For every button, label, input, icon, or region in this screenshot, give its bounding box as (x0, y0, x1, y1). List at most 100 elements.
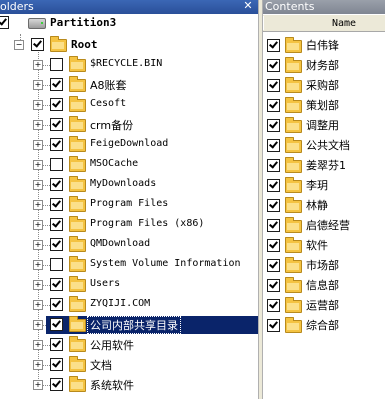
folder-checkbox[interactable] (50, 78, 63, 91)
item-checkbox[interactable] (267, 199, 280, 212)
folder-checkbox[interactable] (50, 258, 63, 271)
tree-node[interactable]: + MSOCache (0, 156, 258, 174)
item-checkbox[interactable] (267, 279, 280, 292)
expand-icon[interactable]: + (33, 120, 43, 130)
expand-icon[interactable]: + (33, 280, 43, 290)
folder-label: Cesoft (90, 98, 127, 109)
expand-icon[interactable]: + (33, 200, 43, 210)
content-item[interactable]: 姜翠芬1 (263, 155, 385, 175)
folder-checkbox[interactable] (50, 218, 63, 231)
folder-icon (285, 317, 302, 333)
tree-node[interactable]: + 系统软件 (0, 376, 258, 394)
folder-icon (69, 216, 86, 232)
tree-node[interactable]: + ZYQIJI.COM (0, 296, 258, 314)
collapse-icon[interactable]: − (14, 40, 24, 50)
item-checkbox[interactable] (267, 99, 280, 112)
content-item[interactable]: 启德经营 (263, 215, 385, 235)
expand-icon[interactable]: + (33, 360, 43, 370)
tree-node[interactable]: + Program Files (x86) (0, 216, 258, 234)
tree-node[interactable]: + Users (0, 276, 258, 294)
tree-node[interactable]: + FeigeDownload (0, 136, 258, 154)
content-item[interactable]: 软件 (263, 235, 385, 255)
expand-icon[interactable]: + (33, 260, 43, 270)
tree-node[interactable]: + A8账套 (0, 76, 258, 94)
folder-checkbox[interactable] (50, 238, 63, 251)
item-checkbox[interactable] (267, 299, 280, 312)
item-checkbox[interactable] (267, 119, 280, 132)
content-item[interactable]: 公共文档 (263, 135, 385, 155)
folder-checkbox[interactable] (50, 318, 63, 331)
folder-checkbox[interactable] (50, 358, 63, 371)
root-checkbox[interactable] (31, 38, 44, 51)
content-item[interactable]: 市场部 (263, 255, 385, 275)
folder-icon (69, 136, 86, 152)
item-checkbox[interactable] (267, 159, 280, 172)
content-item[interactable]: 信息部 (263, 275, 385, 295)
folder-checkbox[interactable] (50, 278, 63, 291)
tree-node[interactable]: + 文档 (0, 356, 258, 374)
item-checkbox[interactable] (267, 179, 280, 192)
item-checkbox[interactable] (267, 239, 280, 252)
content-item[interactable]: 财务部 (263, 55, 385, 75)
item-checkbox[interactable] (267, 139, 280, 152)
tree-node[interactable]: + 公用软件 (0, 336, 258, 354)
content-item[interactable]: 李玥 (263, 175, 385, 195)
item-checkbox[interactable] (267, 319, 280, 332)
tree-node[interactable]: + MyDownloads (0, 176, 258, 194)
item-checkbox[interactable] (267, 59, 280, 72)
folder-icon (285, 117, 302, 133)
tree-node[interactable]: + System Volume Information (0, 256, 258, 274)
item-checkbox[interactable] (267, 79, 280, 92)
tree-node[interactable]: + QMDownload (0, 236, 258, 254)
tree-node[interactable]: + crm备份 (0, 116, 258, 134)
content-item[interactable]: 策划部 (263, 95, 385, 115)
folder-checkbox[interactable] (50, 138, 63, 151)
content-item[interactable]: 采购部 (263, 75, 385, 95)
expand-icon[interactable]: + (33, 380, 43, 390)
folder-checkbox[interactable] (50, 58, 63, 71)
item-checkbox[interactable] (267, 39, 280, 52)
expand-icon[interactable]: + (33, 60, 43, 70)
folder-checkbox[interactable] (50, 378, 63, 391)
folder-checkbox[interactable] (50, 338, 63, 351)
tree-node[interactable]: + Program Files (0, 196, 258, 214)
expand-icon[interactable]: + (33, 160, 43, 170)
tree-node-partition[interactable]: Partition3 (0, 14, 258, 32)
folder-checkbox[interactable] (50, 118, 63, 131)
tree-node[interactable]: + $RECYCLE.BIN (0, 56, 258, 74)
tree-node[interactable]: + Cesoft (0, 96, 258, 114)
expand-icon[interactable]: + (33, 180, 43, 190)
item-name: 软件 (306, 239, 328, 252)
folder-label: $RECYCLE.BIN (90, 58, 163, 69)
content-item[interactable]: 调整用 (263, 115, 385, 135)
column-header-name[interactable]: Name (263, 15, 385, 32)
expand-icon[interactable]: + (33, 320, 43, 330)
folder-icon (285, 297, 302, 313)
folder-icon (69, 96, 86, 112)
item-name: 信息部 (306, 279, 339, 292)
expand-icon[interactable]: + (33, 300, 43, 310)
content-item[interactable]: 综合部 (263, 315, 385, 335)
folder-checkbox[interactable] (50, 198, 63, 211)
folder-icon (69, 316, 86, 332)
close-icon[interactable]: ✕ (242, 0, 254, 12)
contents-panel-title: Contents (265, 0, 315, 13)
content-item[interactable]: 运营部 (263, 295, 385, 315)
folder-checkbox[interactable] (50, 158, 63, 171)
expand-icon[interactable]: + (33, 220, 43, 230)
item-checkbox[interactable] (267, 219, 280, 232)
content-item[interactable]: 林静 (263, 195, 385, 215)
tree-node[interactable]: + 公司内部共享目录 (0, 316, 258, 334)
expand-icon[interactable]: + (33, 240, 43, 250)
expand-icon[interactable]: + (33, 80, 43, 90)
expand-icon[interactable]: + (33, 140, 43, 150)
tree-node-root[interactable]: − Root (0, 36, 258, 54)
partition-checkbox[interactable] (0, 16, 9, 29)
folder-checkbox[interactable] (50, 178, 63, 191)
item-checkbox[interactable] (267, 259, 280, 272)
content-item[interactable]: 白伟锋 (263, 35, 385, 55)
folder-checkbox[interactable] (50, 98, 63, 111)
expand-icon[interactable]: + (33, 100, 43, 110)
folder-checkbox[interactable] (50, 298, 63, 311)
expand-icon[interactable]: + (33, 340, 43, 350)
